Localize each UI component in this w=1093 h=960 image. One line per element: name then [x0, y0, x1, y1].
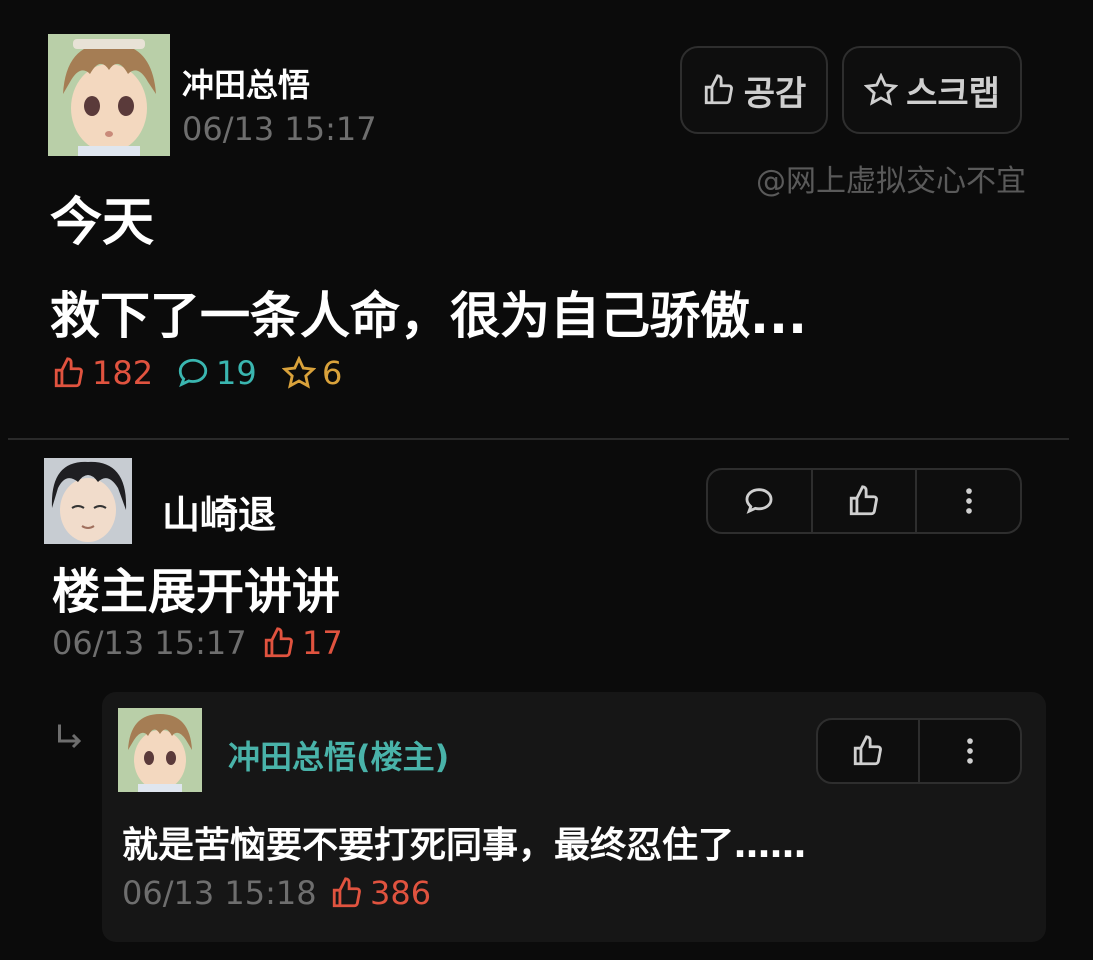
star-icon — [282, 356, 316, 389]
reply-more-options-button[interactable] — [920, 720, 1020, 782]
comment-time: 06/13 15:17 — [52, 624, 247, 662]
comment-bubble-icon — [178, 358, 208, 388]
thumbs-up-icon — [264, 627, 293, 658]
reply-text: 就是苦恼要不要打死同事，最终忍住了…… — [122, 825, 807, 866]
reply-author-avatar[interactable] — [118, 708, 202, 792]
comment-text: 楼主展开讲讲 — [52, 564, 341, 620]
comment-action-group — [706, 468, 1022, 534]
scrap-button[interactable]: 스크랩 — [842, 46, 1022, 134]
thumbs-up-icon — [853, 735, 882, 766]
more-vertical-icon — [967, 738, 973, 764]
comment-like-count[interactable]: 17 — [262, 624, 343, 662]
comment-bubble-icon — [745, 488, 773, 514]
reply-author-name[interactable]: 冲田总悟(楼主) — [228, 732, 449, 778]
more-vertical-icon — [965, 488, 972, 514]
author-name[interactable]: 冲田总悟 — [182, 60, 310, 106]
post-body: 救下了一条人命，很为自己骄傲... — [50, 287, 807, 345]
comment-like-button[interactable] — [813, 470, 918, 532]
like-button[interactable]: 공감 — [680, 46, 828, 134]
reply-action-group — [816, 718, 1022, 784]
reply-arrow-icon — [58, 724, 82, 749]
post-title: 今天 — [50, 193, 155, 253]
post-comment-count[interactable]: 19 — [176, 354, 257, 392]
like-button-label: 공감 — [743, 73, 807, 114]
divider — [8, 438, 1069, 440]
reply-button[interactable] — [708, 470, 813, 532]
commenter-avatar[interactable] — [44, 458, 132, 544]
watermark: @网上虚拟交心不宜 — [756, 164, 1026, 199]
commenter-name[interactable]: 山崎退 — [162, 484, 276, 539]
thumbs-up-icon — [704, 74, 733, 105]
author-avatar[interactable] — [48, 34, 170, 156]
post-time: 06/13 15:17 — [182, 110, 377, 148]
post-like-count[interactable]: 182 — [52, 354, 153, 392]
thumbs-up-icon — [332, 877, 361, 908]
post-star-count[interactable]: 6 — [282, 354, 342, 392]
reply-time: 06/13 15:18 — [122, 874, 317, 912]
thumbs-up-icon — [849, 485, 878, 516]
more-options-button[interactable] — [917, 470, 1020, 532]
scrap-button-label: 스크랩 — [906, 73, 1000, 114]
reply-like-button[interactable] — [818, 720, 920, 782]
reply-like-count[interactable]: 386 — [330, 874, 431, 912]
thumbs-up-icon — [54, 357, 83, 388]
star-icon — [864, 73, 899, 106]
